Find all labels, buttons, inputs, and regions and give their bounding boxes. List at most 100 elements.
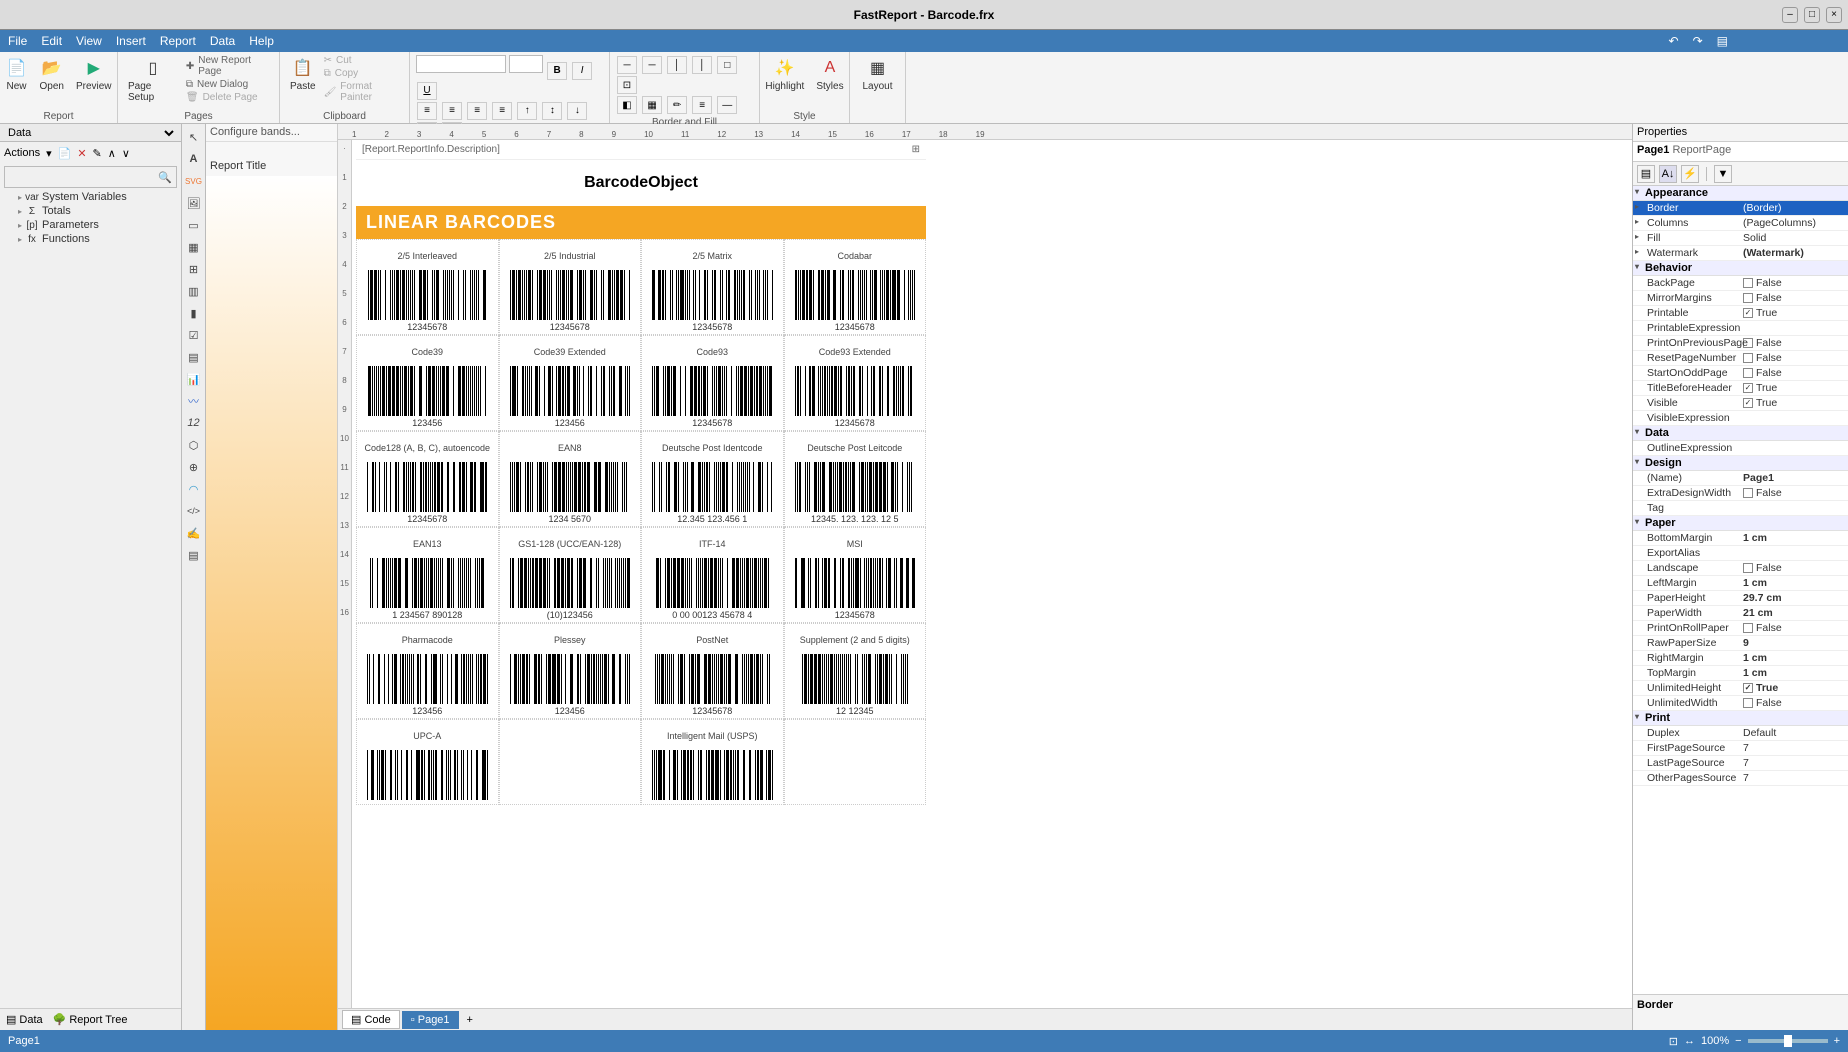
new-dialog[interactable]: ⧉New Dialog <box>186 79 273 90</box>
shape-tool-icon[interactable]: ▭ <box>185 216 203 234</box>
prop-row[interactable]: LandscapeFalse <box>1633 561 1848 576</box>
prop-category[interactable]: Data <box>1633 426 1848 441</box>
barcode-cell[interactable]: Codabar12345678 <box>784 239 927 335</box>
barcode-cell[interactable]: Code128 (A, B, C), autoencode12345678 <box>356 431 499 527</box>
preview-button[interactable]: ▶Preview <box>72 55 116 94</box>
action-edit-icon[interactable]: ✎ <box>93 147 102 160</box>
prop-row[interactable]: ExtraDesignWidthFalse <box>1633 486 1848 501</box>
highlight-button[interactable]: ✨Highlight <box>761 55 808 94</box>
report-title-band[interactable]: Report Title <box>206 142 337 176</box>
prop-row[interactable]: ▸Watermark(Watermark) <box>1633 246 1848 261</box>
prop-row[interactable]: LeftMargin1 cm <box>1633 576 1848 591</box>
prop-row[interactable]: VisibleExpression <box>1633 411 1848 426</box>
chart-tool-icon[interactable]: 📊 <box>185 370 203 388</box>
valign-top-button[interactable]: ↑ <box>517 102 537 120</box>
prop-row[interactable]: PaperWidth21 cm <box>1633 606 1848 621</box>
search-input[interactable]: 🔍 <box>4 166 177 188</box>
line-style-button[interactable]: ≡ <box>692 96 712 114</box>
prop-row[interactable]: StartOnOddPageFalse <box>1633 366 1848 381</box>
barcode-cell[interactable]: 2/5 Matrix12345678 <box>641 239 784 335</box>
action-delete-icon[interactable]: ✕ <box>77 147 86 160</box>
prop-row[interactable]: BackPageFalse <box>1633 276 1848 291</box>
prop-row[interactable]: Printable✓True <box>1633 306 1848 321</box>
prop-row[interactable]: UnlimitedHeight✓True <box>1633 681 1848 696</box>
prop-row[interactable]: PaperHeight29.7 cm <box>1633 591 1848 606</box>
counter-tool-icon[interactable]: 12 <box>185 414 203 432</box>
prop-row[interactable]: PrintableExpression <box>1633 321 1848 336</box>
align-justify-button[interactable]: ≡ <box>492 102 512 120</box>
barcode-cell[interactable]: Supplement (2 and 5 digits)12 12345 <box>784 623 927 719</box>
prop-row[interactable]: ▸Border(Border) <box>1633 201 1848 216</box>
cell-style-button[interactable]: ▦ <box>642 96 662 114</box>
page-heading[interactable]: BarcodeObject <box>356 160 926 206</box>
barcode-cell[interactable]: Intelligent Mail (USPS) <box>641 719 784 805</box>
svg-tool-icon[interactable]: SVG <box>185 172 203 190</box>
border-top-button[interactable]: ─ <box>617 56 637 74</box>
bold-button[interactable]: B <box>547 62 567 80</box>
save-icon[interactable]: ▤ <box>1717 34 1728 48</box>
align-center-button[interactable]: ≡ <box>442 102 462 120</box>
barcode-cell[interactable]: Plessey123456 <box>499 623 642 719</box>
cellular-tool-icon[interactable]: ⬡ <box>185 436 203 454</box>
format-painter-button[interactable]: 🖌Format Painter <box>324 81 403 103</box>
new-button[interactable]: 📄New <box>1 55 31 94</box>
barcode-cell[interactable]: Pharmacode123456 <box>356 623 499 719</box>
spark-tool-icon[interactable]: 〰 <box>185 392 203 410</box>
menu-data[interactable]: Data <box>210 34 235 48</box>
copy-button[interactable]: ⧉Copy <box>324 68 403 79</box>
prop-row[interactable]: OtherPagesSource7 <box>1633 771 1848 786</box>
barcode-cell[interactable] <box>784 719 927 805</box>
fill-color-button[interactable]: ◧ <box>617 96 637 114</box>
maximize-button[interactable]: □ <box>1804 7 1820 23</box>
zoom-out-button[interactable]: − <box>1735 1035 1741 1047</box>
action-down-icon[interactable]: ∨ <box>122 147 130 160</box>
redo-icon[interactable]: ↷ <box>1693 34 1703 48</box>
page-setup-button[interactable]: ▯Page Setup <box>124 55 182 105</box>
border-none-button[interactable]: ⊡ <box>617 76 637 94</box>
checkbox-tool-icon[interactable]: ☑ <box>185 326 203 344</box>
prop-row[interactable]: (Name)Page1 <box>1633 471 1848 486</box>
valign-bot-button[interactable]: ↓ <box>567 102 587 120</box>
close-button[interactable]: × <box>1826 7 1842 23</box>
prop-row[interactable]: MirrorMarginsFalse <box>1633 291 1848 306</box>
prop-row[interactable]: TopMargin1 cm <box>1633 666 1848 681</box>
menu-report[interactable]: Report <box>160 34 196 48</box>
barcode-cell[interactable]: Deutsche Post Leitcode12345. 123. 123. 1… <box>784 431 927 527</box>
signature-tool-icon[interactable]: ✍ <box>185 524 203 542</box>
barcode-cell[interactable]: EAN131 234567 890128 <box>356 527 499 623</box>
prop-sort-icon[interactable]: A↓ <box>1659 165 1677 183</box>
prop-category[interactable]: Print <box>1633 711 1848 726</box>
border-bottom-button[interactable]: ─ <box>642 56 662 74</box>
menu-insert[interactable]: Insert <box>116 34 146 48</box>
prop-category[interactable]: Design <box>1633 456 1848 471</box>
prop-row[interactable]: LastPageSource7 <box>1633 756 1848 771</box>
font-family-combo[interactable] <box>416 55 506 73</box>
prop-category[interactable]: Paper <box>1633 516 1848 531</box>
barcode-cell[interactable]: MSI12345678 <box>784 527 927 623</box>
barcode-cell[interactable]: 2/5 Industrial12345678 <box>499 239 642 335</box>
add-page-button[interactable]: + <box>461 1014 479 1026</box>
report-info[interactable]: [Report.ReportInfo.Description] <box>362 144 500 155</box>
barcode-cell[interactable]: Code39123456 <box>356 335 499 431</box>
barcode-cell[interactable]: GS1-128 (UCC/EAN-128)(10)123456 <box>499 527 642 623</box>
line-width-button[interactable]: — <box>717 96 737 114</box>
prop-row[interactable]: ExportAlias <box>1633 546 1848 561</box>
prop-row[interactable]: RightMargin1 cm <box>1633 651 1848 666</box>
prop-row[interactable]: DuplexDefault <box>1633 726 1848 741</box>
pointer-tool-icon[interactable]: ↖ <box>185 128 203 146</box>
prop-row[interactable]: Tag <box>1633 501 1848 516</box>
prop-row[interactable]: ▸FillSolid <box>1633 231 1848 246</box>
barcode-cell[interactable]: Deutsche Post Identcode12.345 123.456 1 <box>641 431 784 527</box>
minimize-button[interactable]: – <box>1782 7 1798 23</box>
line-color-button[interactable]: ✏ <box>667 96 687 114</box>
rich-tool-icon[interactable]: ▤ <box>185 348 203 366</box>
underline-button[interactable]: U <box>417 82 437 100</box>
subreport-tool-icon[interactable]: ▤ <box>185 546 203 564</box>
barcode-cell[interactable]: ITF-140 00 00123 45678 4 <box>641 527 784 623</box>
prop-row[interactable]: FirstPageSource7 <box>1633 741 1848 756</box>
html-tool-icon[interactable]: </> <box>185 502 203 520</box>
border-all-button[interactable]: □ <box>717 56 737 74</box>
styles-button[interactable]: AStyles <box>812 55 847 94</box>
prop-cat-icon[interactable]: ▤ <box>1637 165 1655 183</box>
zoom-fit-icon[interactable]: ⊡ <box>1669 1035 1678 1048</box>
